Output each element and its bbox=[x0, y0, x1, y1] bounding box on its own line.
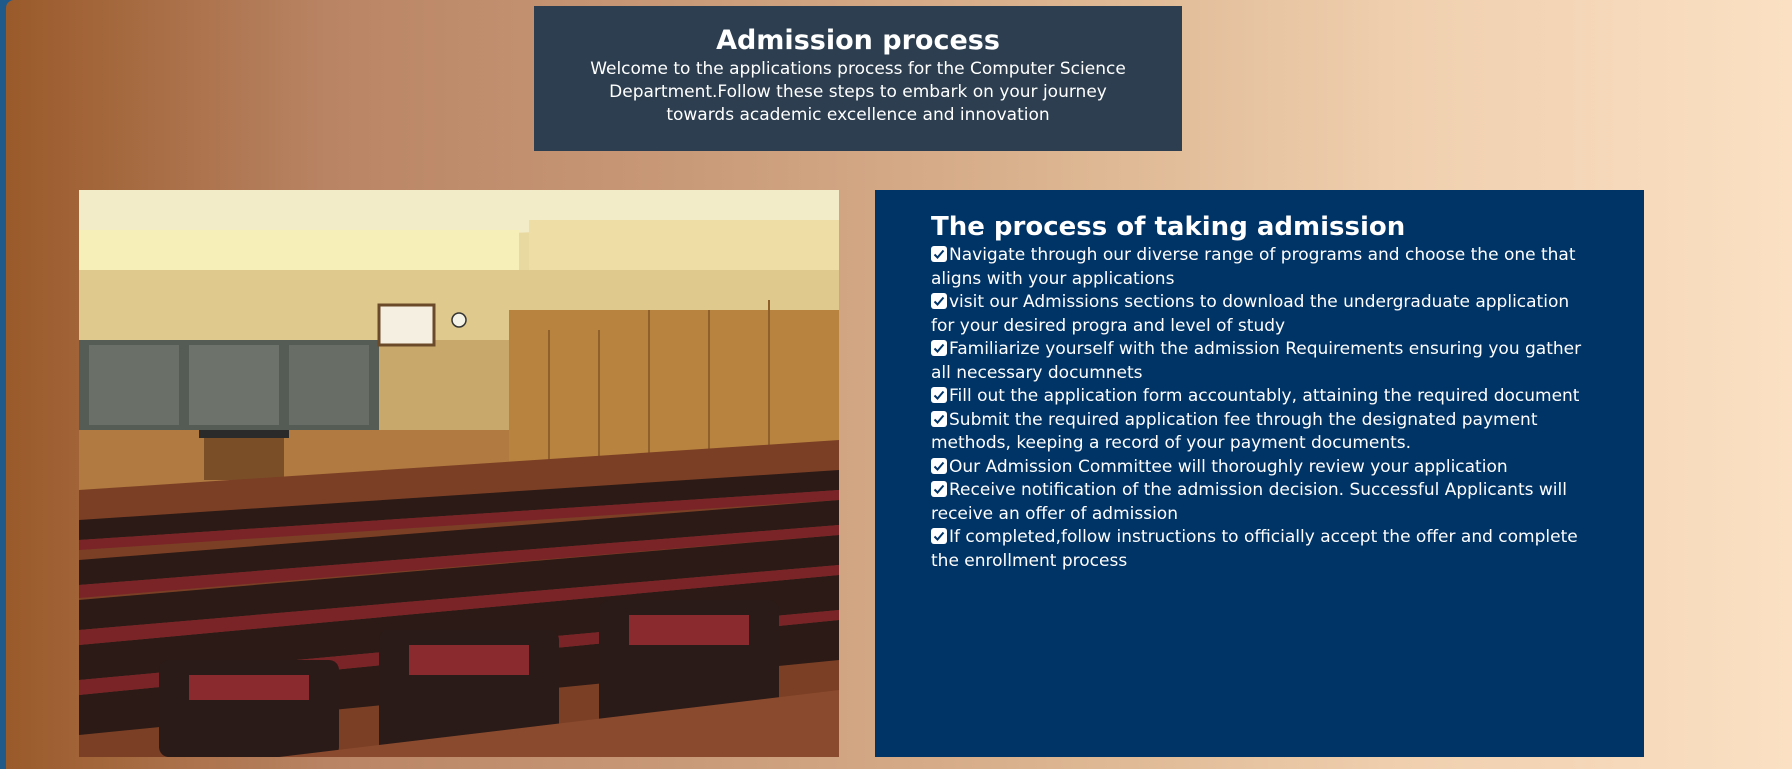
step-text: Our Admission Committee will thoroughly … bbox=[949, 456, 1508, 477]
list-item: visit our Admissions sections to downloa… bbox=[931, 291, 1594, 338]
checkbox-checked-icon bbox=[931, 457, 947, 474]
list-item: Navigate through our diverse range of pr… bbox=[931, 244, 1594, 291]
step-text: Navigate through our diverse range of pr… bbox=[931, 245, 1576, 289]
process-title: The process of taking admission bbox=[931, 212, 1406, 242]
intro-text: Welcome to the applications process for … bbox=[590, 59, 1126, 125]
lecture-hall-photo bbox=[79, 190, 839, 757]
admission-process-panel: The process of taking admission Navigate… bbox=[875, 190, 1644, 757]
step-text: visit our Admissions sections to downloa… bbox=[931, 292, 1570, 336]
step-text: Familiarize yourself with the admission … bbox=[931, 339, 1582, 383]
page-title: Admission process bbox=[716, 25, 1000, 56]
checkbox-checked-icon bbox=[931, 246, 947, 262]
list-item: Familiarize yourself with the admission … bbox=[931, 338, 1594, 385]
checkbox-checked-icon bbox=[931, 387, 947, 403]
process-steps-list: Navigate through our diverse range of pr… bbox=[931, 244, 1594, 573]
checkbox-checked-icon bbox=[931, 340, 947, 356]
step-text: Receive notification of the admission de… bbox=[931, 480, 1567, 524]
step-text: If completed,follow instructions to offi… bbox=[931, 527, 1578, 571]
list-item: If completed,follow instructions to offi… bbox=[931, 526, 1594, 573]
list-item: Our Admission Committee will thoroughly … bbox=[931, 456, 1594, 480]
page-background: Admission process Welcome to the applica… bbox=[6, 0, 1792, 769]
checkbox-checked-icon bbox=[931, 293, 947, 309]
step-text: Submit the required application fee thro… bbox=[931, 409, 1538, 454]
checkbox-checked-icon bbox=[931, 528, 947, 544]
checkbox-checked-icon bbox=[931, 410, 947, 427]
list-item: Fill out the application form accountabl… bbox=[931, 385, 1594, 409]
checkbox-checked-icon bbox=[931, 481, 947, 497]
step-text: Fill out the application form accountabl… bbox=[949, 386, 1580, 406]
list-item: Submit the required application fee thro… bbox=[931, 409, 1594, 456]
list-item: Receive notification of the admission de… bbox=[931, 479, 1594, 526]
header-banner: Admission process Welcome to the applica… bbox=[534, 6, 1182, 151]
